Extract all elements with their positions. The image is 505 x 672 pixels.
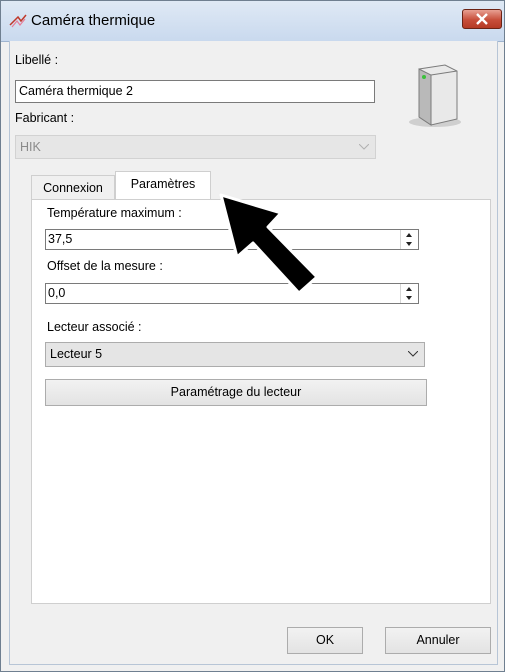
- tab-parametres[interactable]: Paramètres: [115, 171, 211, 201]
- parametrage-lecteur-button[interactable]: Paramétrage du lecteur: [45, 379, 427, 406]
- server-icon: [409, 64, 461, 127]
- mouse-pointer-arrow-icon: [219, 193, 319, 295]
- offset-label: Offset de la mesure :: [47, 259, 163, 273]
- dialog-window: Caméra thermique Libellé : Caméra thermi…: [0, 0, 505, 672]
- title-bar[interactable]: Caméra thermique: [1, 1, 504, 42]
- temp-max-spinner[interactable]: [400, 230, 417, 249]
- cancel-button[interactable]: Annuler: [385, 627, 491, 654]
- tab-connexion[interactable]: Connexion: [31, 175, 115, 201]
- lecteur-select[interactable]: Lecteur 5: [45, 342, 425, 367]
- close-button[interactable]: [462, 9, 502, 29]
- chevron-down-icon: [408, 351, 418, 357]
- spin-up-icon: [406, 233, 412, 237]
- offset-value: 0,0: [48, 286, 66, 300]
- lecteur-value: Lecteur 5: [50, 347, 103, 361]
- thermal-camera-icon: [9, 14, 27, 28]
- chevron-down-icon: [359, 144, 369, 150]
- spin-up-icon: [406, 287, 412, 291]
- spin-down-icon: [406, 296, 412, 300]
- temp-max-label: Température maximum :: [47, 206, 182, 220]
- temp-max-value: 37,5: [48, 232, 73, 246]
- close-icon: [476, 13, 488, 25]
- fabricant-label: Fabricant :: [15, 111, 75, 125]
- libelle-input[interactable]: Caméra thermique 2: [15, 80, 375, 103]
- fabricant-value: HIK: [20, 140, 41, 154]
- window-title: Caméra thermique: [31, 12, 156, 29]
- libelle-label: Libellé :: [15, 53, 59, 67]
- ok-button[interactable]: OK: [287, 627, 363, 654]
- fabricant-select: HIK: [15, 135, 376, 159]
- lecteur-label: Lecteur associé :: [47, 320, 142, 334]
- offset-spinner[interactable]: [400, 284, 417, 303]
- spin-down-icon: [406, 242, 412, 246]
